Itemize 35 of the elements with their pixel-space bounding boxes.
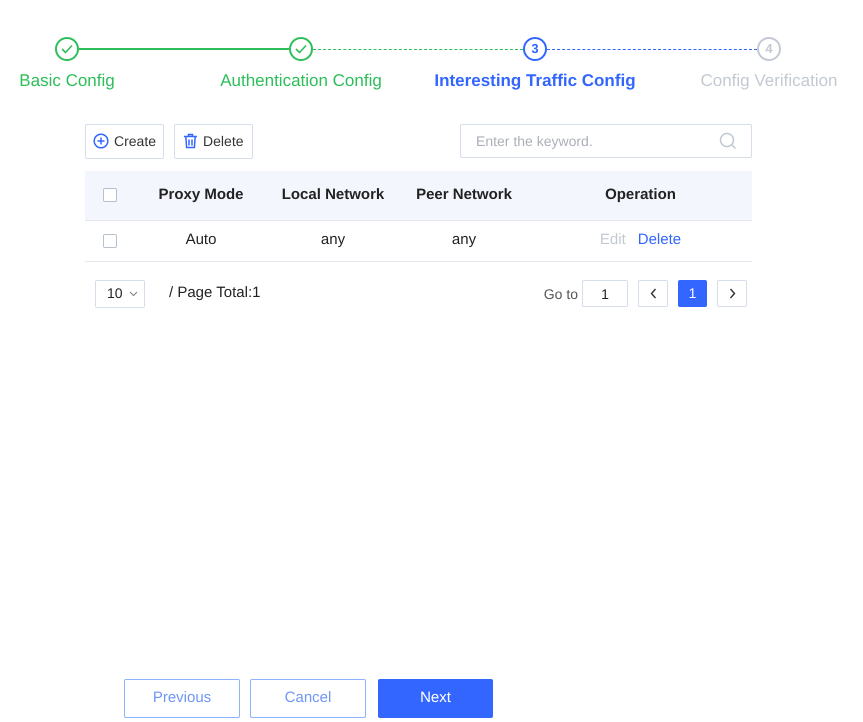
search-icon — [719, 132, 737, 150]
trash-icon — [183, 133, 198, 149]
page-size-select[interactable]: 10 — [95, 280, 145, 308]
table-cell-text: any — [452, 230, 476, 250]
step-label: Config Verification — [700, 70, 838, 92]
plus-circle-icon — [93, 133, 109, 149]
checkbox[interactable] — [103, 234, 117, 248]
column-header: Proxy Mode — [158, 184, 244, 205]
table-cell-text: any — [320, 230, 346, 250]
previous-page-button[interactable] — [638, 280, 668, 307]
goto-field[interactable]: 1 — [582, 280, 628, 307]
chevron-right-icon — [728, 288, 736, 299]
action-link[interactable]: Delete — [638, 229, 682, 252]
table-cell-text: Auto — [186, 230, 216, 250]
chevron-down-icon — [128, 290, 138, 296]
checkbox[interactable] — [103, 188, 117, 202]
footer-button[interactable]: Next — [378, 679, 493, 718]
footer-button[interactable]: Previous — [124, 679, 240, 718]
page-total-text: / Page Total:1 — [169, 283, 260, 304]
step-label: Interesting Traffic Config — [434, 70, 636, 92]
chevron-left-icon — [650, 288, 656, 299]
delete-button[interactable]: Delete — [174, 124, 252, 158]
search-field[interactable]: Enter the keyword. — [460, 124, 752, 158]
footer-button[interactable]: Cancel — [250, 679, 366, 718]
step-number: 3 — [523, 37, 547, 61]
step-label: Basic Config — [19, 70, 115, 92]
step-label: Authentication Config — [220, 70, 382, 92]
goto-label: Go to — [544, 285, 578, 304]
column-header: Local Network — [282, 184, 384, 205]
page-button[interactable]: 1 — [678, 280, 707, 307]
column-header: Operation — [605, 184, 676, 205]
next-page-button[interactable] — [717, 280, 747, 307]
create-button[interactable]: Create — [85, 124, 164, 158]
step-number: 4 — [757, 37, 781, 61]
column-header: Peer Network — [416, 184, 512, 205]
